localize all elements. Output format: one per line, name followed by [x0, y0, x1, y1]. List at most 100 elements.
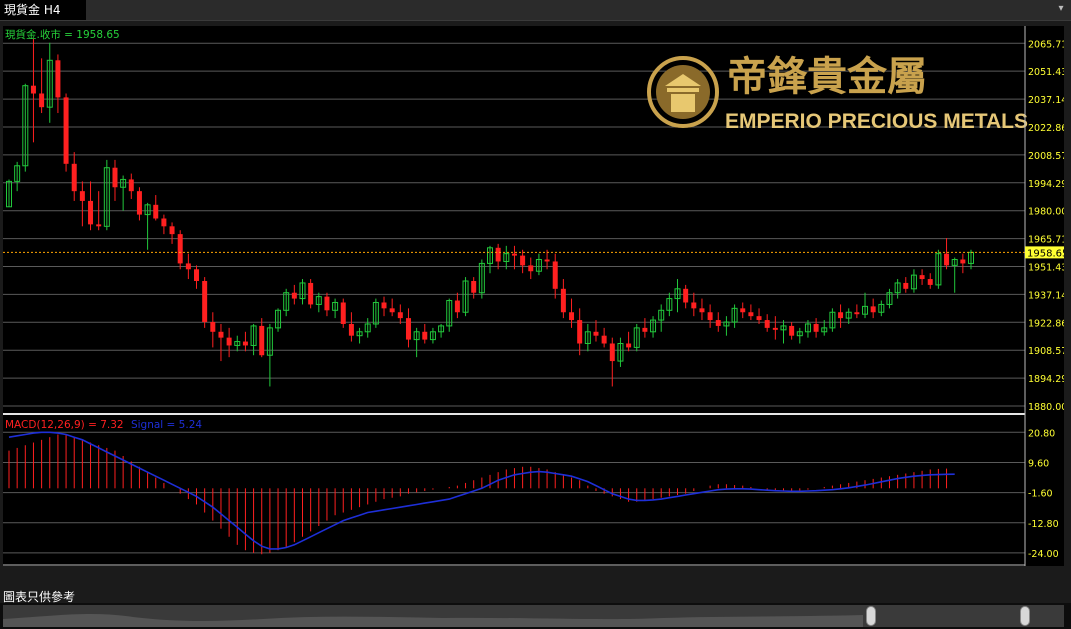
candle-body: [128, 179, 134, 192]
candle-body: [422, 331, 428, 340]
candle-body: [185, 263, 191, 270]
macd-tick-label: -24.00: [1028, 549, 1059, 560]
candle-body: [381, 302, 387, 309]
chart-svg: 帝鋒貴金屬 EMPERIO PRECIOUS METALS 2065.71 205…: [3, 26, 1064, 566]
candle-body: [715, 320, 721, 326]
price-tick-label: 1894.29: [1028, 374, 1064, 385]
scroll-handle-left[interactable]: [866, 606, 876, 626]
candle-body: [39, 93, 45, 108]
candle-body: [340, 302, 346, 324]
candle-body: [202, 281, 208, 323]
candle-body: [740, 308, 746, 313]
candle-body: [772, 327, 778, 330]
price-tick-label: 1951.43: [1028, 262, 1064, 273]
logo-chinese: 帝鋒貴金屬: [727, 53, 927, 100]
candle-body: [609, 343, 615, 362]
candle-body: [63, 97, 69, 164]
candle-body: [683, 288, 689, 303]
candle-body: [308, 282, 314, 305]
macd-tick-label: 9.60: [1028, 458, 1049, 469]
candle-body: [348, 323, 354, 336]
price-tick-label: 2051.43: [1028, 67, 1064, 78]
candle-body: [870, 306, 876, 313]
price-tick-label: 1908.57: [1028, 346, 1064, 357]
candle-body: [88, 200, 94, 225]
price-tick-label: 2065.71: [1028, 39, 1064, 50]
tab-bar: 現貨金 H4 ▾: [0, 0, 1071, 21]
price-tick-label: 1922.86: [1028, 318, 1064, 329]
chart-scrollbar[interactable]: [0, 603, 1071, 629]
candle-body: [71, 163, 77, 192]
candle-body: [291, 292, 297, 299]
chevron-down-icon[interactable]: ▾: [1055, 4, 1067, 14]
candle-body: [552, 261, 558, 289]
macd-tick-label: -12.80: [1028, 519, 1059, 530]
candle-body: [854, 312, 860, 315]
tab-chart[interactable]: 現貨金 H4: [0, 0, 86, 20]
candle-body: [944, 253, 950, 266]
candle-body: [601, 335, 607, 344]
candle-body: [136, 191, 142, 215]
chart-background: [3, 26, 1064, 566]
candle-body: [691, 302, 697, 309]
candle-body: [55, 60, 61, 98]
candle-body: [748, 312, 754, 317]
candle-body: [153, 204, 159, 219]
candle-body: [813, 323, 819, 332]
candle-body: [226, 337, 232, 346]
scroll-preview: [3, 613, 863, 627]
candle-body: [96, 224, 102, 227]
candle-body: [520, 255, 526, 266]
candle-body: [210, 322, 216, 332]
price-tick-label: 2008.57: [1028, 151, 1064, 162]
candle-body: [511, 253, 517, 256]
candle-body: [177, 234, 183, 264]
candle-body: [699, 308, 705, 313]
price-tick-label: 2022.86: [1028, 123, 1064, 134]
candle-body: [112, 167, 118, 188]
candle-body: [30, 85, 36, 94]
price-tick-label: 1880.00: [1028, 402, 1064, 413]
price-series-label: 現貨金.收市 = 1958.65: [5, 28, 120, 41]
candle-body: [389, 308, 395, 313]
candle-body: [242, 341, 248, 346]
candle-body: [789, 325, 795, 336]
candle-body: [471, 281, 477, 293]
price-tick-label: 1980.00: [1028, 207, 1064, 218]
candle-body: [569, 312, 575, 321]
candle-body: [544, 259, 550, 262]
candle-body: [593, 331, 599, 336]
candle-body: [903, 282, 909, 289]
candle-body: [764, 320, 770, 328]
scroll-preview-area: [3, 613, 863, 627]
candle-body: [169, 226, 175, 235]
chart-area[interactable]: 帝鋒貴金屬 EMPERIO PRECIOUS METALS 2065.71 205…: [3, 26, 1064, 566]
scroll-track[interactable]: [3, 605, 1064, 627]
macd-legend: MACD(12,26,9) = 7.32 Signal = 5.24: [5, 419, 202, 431]
candle-body: [454, 300, 460, 313]
candle-body: [756, 316, 762, 321]
candle-body: [838, 312, 844, 319]
candle-body: [919, 275, 925, 280]
price-tick-label: 1937.14: [1028, 290, 1064, 301]
candle-body: [707, 312, 713, 321]
candle-body: [79, 191, 85, 201]
candle-body: [405, 318, 411, 340]
macd-tick-label: 20.80: [1028, 428, 1055, 439]
candle-body: [324, 296, 330, 311]
candle-body: [161, 218, 167, 227]
candle-body: [642, 327, 648, 332]
candle-body: [960, 259, 966, 264]
candle-body: [397, 312, 403, 319]
macd-tick-label: -1.60: [1028, 489, 1053, 500]
price-tick-label: 1965.71: [1028, 235, 1064, 246]
scroll-handle-right[interactable]: [1020, 606, 1030, 626]
price-tick-label: 2037.14: [1028, 95, 1064, 106]
candle-body: [927, 279, 933, 285]
candle-body: [577, 320, 583, 344]
candle-body: [218, 331, 224, 338]
price-tick-label: 1994.29: [1028, 179, 1064, 190]
candle-body: [194, 269, 200, 281]
candle-body: [560, 288, 566, 313]
candle-body: [626, 343, 632, 348]
